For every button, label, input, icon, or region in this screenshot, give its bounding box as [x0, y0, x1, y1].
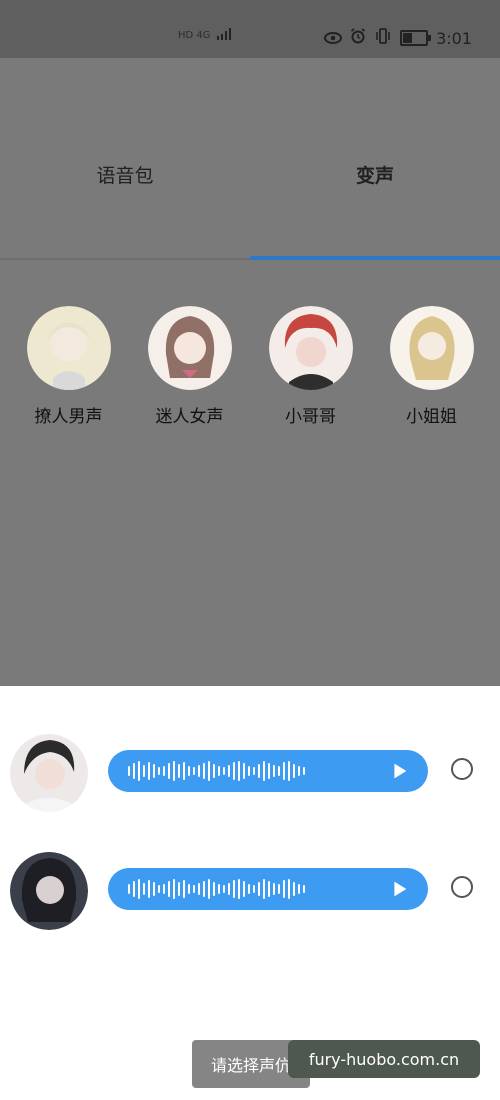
tab-bar: 语音包 变声 [0, 146, 500, 202]
play-icon[interactable] [388, 760, 410, 782]
radio-button[interactable] [451, 758, 473, 780]
avatar [26, 306, 111, 390]
voice-label: 撩人男声 [34, 407, 103, 427]
eye-icon [324, 29, 343, 48]
battery-icon [400, 30, 432, 46]
alarm-icon [350, 28, 366, 48]
clock: 3:01 [436, 28, 472, 48]
radio-button[interactable] [451, 876, 473, 898]
voice-option-1[interactable]: 迷人女声 [135, 306, 245, 427]
avatar [10, 734, 88, 812]
tab-voice-change[interactable]: 变声 [250, 146, 500, 202]
avatar [10, 852, 88, 930]
network-status: HD 4G [178, 28, 233, 43]
watermark: fury-huobo.com.cn [288, 1040, 480, 1078]
battery-level [403, 33, 413, 43]
voice-option-2[interactable]: 小哥哥 [256, 306, 366, 427]
tab-voice-pack[interactable]: 语音包 [0, 146, 250, 202]
audio-bar[interactable] [108, 750, 428, 792]
voice-option-3[interactable]: 小姐姐 [377, 306, 487, 427]
voice-label: 迷人女声 [155, 407, 224, 427]
voice-option-0[interactable]: 撩人男声 [14, 306, 124, 427]
voice-change-screen: 语音包 变声 撩人男声 迷人女声 小哥哥 小姐姐 [0, 58, 500, 686]
avatar [147, 306, 232, 390]
avatar [268, 306, 353, 390]
avatar [389, 306, 474, 390]
network-label: HD 4G [178, 30, 211, 41]
tab-indicator [250, 256, 500, 260]
waveform [128, 760, 305, 782]
voice-list: 撩人男声 迷人女声 小哥哥 小姐姐 [0, 306, 500, 427]
voice-sample-row[interactable] [10, 852, 490, 932]
signal-icon [216, 28, 233, 43]
voice-sample-row[interactable] [10, 734, 490, 814]
status-bar: HD 4G 3:01 [0, 0, 500, 58]
status-right: 3:01 [324, 28, 472, 48]
voice-label: 小姐姐 [406, 407, 457, 427]
voice-bottom-sheet [0, 686, 500, 1100]
vibrate-icon [374, 28, 392, 48]
waveform [128, 878, 305, 900]
play-icon[interactable] [388, 878, 410, 900]
voice-label: 小哥哥 [285, 407, 336, 427]
audio-bar[interactable] [108, 868, 428, 910]
